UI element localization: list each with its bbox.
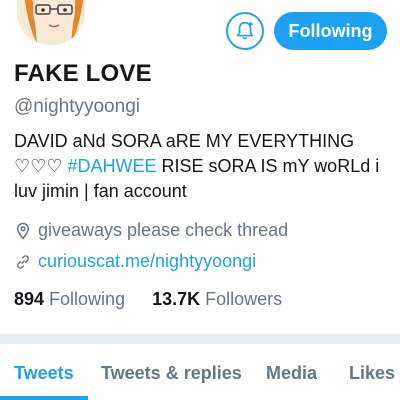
profile-bio: DAVID aNd SORA aRE MY EVERYTHING ♡♡♡ #DA…	[14, 129, 392, 204]
notifications-bell-button[interactable]	[226, 12, 264, 50]
location-text: giveaways please check thread	[38, 220, 289, 240]
profile-stats: 894 Following 13.7K Followers	[14, 289, 309, 310]
bio-line-2: ♡♡♡ #DAHWEE RISE sORA IS mY woRLd i	[14, 154, 392, 179]
section-divider	[0, 334, 400, 344]
following-label: Following	[49, 289, 126, 309]
followers-label: Followers	[205, 289, 283, 309]
bio-line-3: luv jimin | fan account	[14, 181, 187, 201]
following-stat[interactable]: 894 Following	[14, 289, 125, 310]
bio-line-2-text: RISE sORA IS mY woRLd i	[161, 156, 380, 176]
bio-line-1: DAVID aNd SORA aRE MY EVERYTHING	[14, 131, 355, 151]
tab-tweets-and-replies[interactable]: Tweets & replies	[101, 363, 242, 384]
following-button[interactable]: Following	[274, 12, 387, 50]
profile-tabs: Tweets Tweets & replies Media Likes	[0, 344, 400, 400]
followers-count: 13.7K	[152, 289, 201, 309]
profile-website[interactable]: curiouscat.me/nightyyoongi	[14, 251, 256, 272]
avatar-illustration	[17, 0, 85, 45]
user-handle: @nightyyoongi	[14, 96, 140, 117]
location-pin-icon	[14, 222, 32, 240]
hashtag-link[interactable]: #DAHWEE	[67, 156, 156, 176]
website-link[interactable]: curiouscat.me/nightyyoongi	[38, 251, 256, 272]
profile-location: giveaways please check thread	[14, 220, 288, 241]
avatar[interactable]	[14, 0, 88, 48]
display-name: FAKE LOVE	[14, 60, 152, 87]
active-tab-indicator	[0, 396, 88, 400]
tab-likes[interactable]: Likes	[349, 363, 395, 384]
followers-stat[interactable]: 13.7K Followers	[152, 289, 282, 310]
tab-media[interactable]: Media	[266, 363, 317, 384]
link-icon	[14, 253, 32, 271]
bell-plus-icon	[236, 21, 254, 40]
bio-hearts: ♡♡♡	[14, 156, 63, 176]
tab-tweets[interactable]: Tweets	[14, 363, 74, 384]
following-count: 894	[14, 289, 45, 309]
